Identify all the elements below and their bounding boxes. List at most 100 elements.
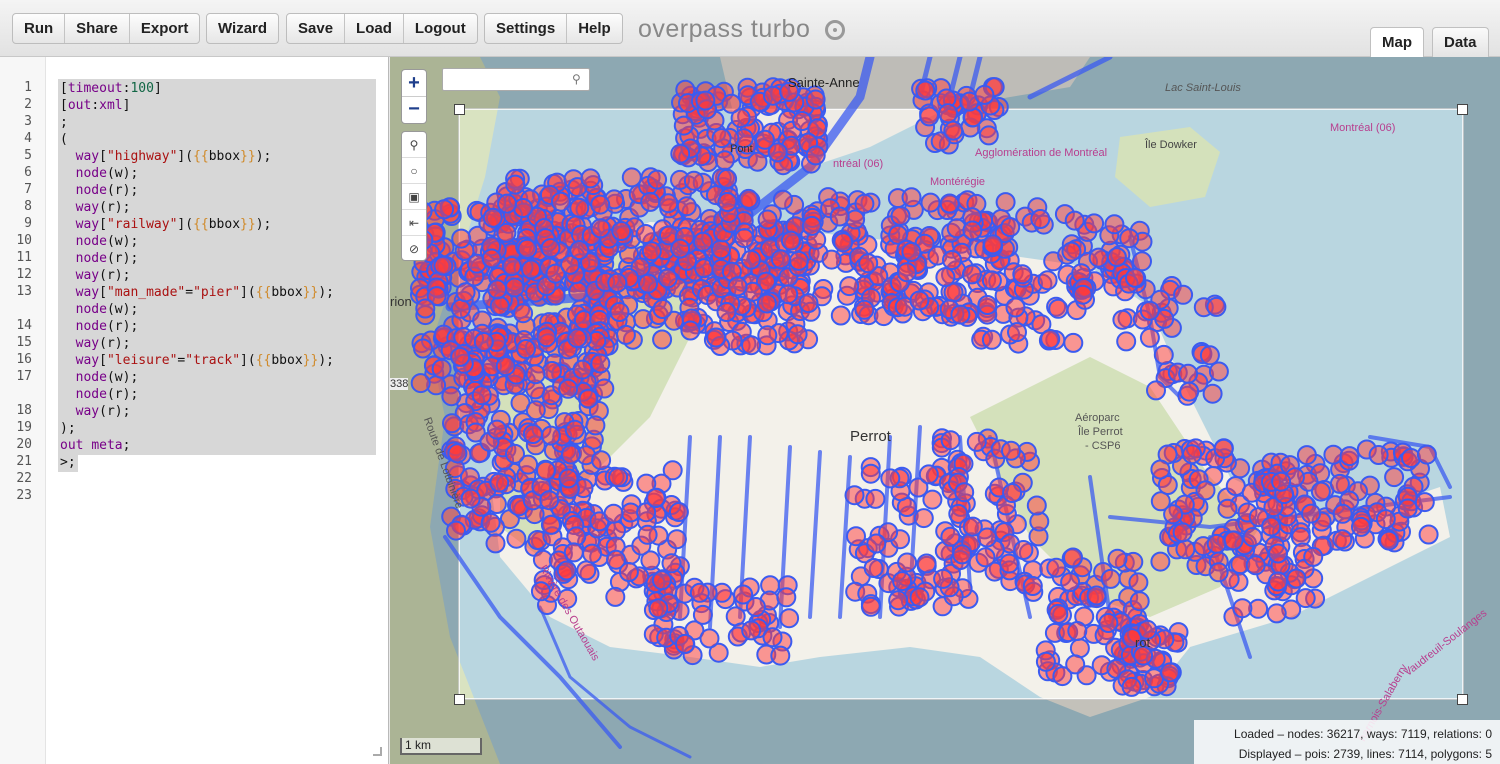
poi-marker (717, 168, 738, 189)
poi-marker (580, 168, 601, 189)
poi-marker (615, 324, 636, 345)
poi-marker (762, 627, 783, 648)
poi-marker (1163, 504, 1184, 525)
poi-marker (1223, 530, 1244, 551)
poi-marker (635, 224, 656, 244)
poi-marker (1384, 467, 1405, 488)
poi-marker (741, 335, 762, 356)
poi-marker (1040, 329, 1061, 349)
poi-marker (1172, 522, 1193, 543)
poi-marker (652, 299, 673, 319)
line-number: 5 (24, 148, 32, 163)
export-button[interactable]: Export (130, 14, 200, 43)
poi-marker (1121, 676, 1142, 697)
poi-marker (833, 232, 854, 253)
poi-marker (727, 276, 748, 297)
poi-marker (550, 191, 571, 212)
label-montreal-06: Montréal (06) (1330, 122, 1396, 134)
clear-icon[interactable]: ⊘ (402, 236, 426, 262)
poi-marker (1098, 613, 1119, 633)
poi-marker (480, 512, 501, 533)
resize-grip-icon[interactable] (373, 747, 382, 756)
poi-marker (741, 620, 762, 641)
search-location-icon[interactable]: ⚲ (402, 132, 426, 158)
poi-marker (1213, 438, 1234, 459)
poi-marker (434, 199, 455, 220)
poi-marker (1030, 209, 1051, 229)
map-view[interactable]: Sainte-Anne Lac Saint-Louis Montréal (06… (390, 57, 1500, 764)
poi-marker (450, 346, 471, 367)
map-search-input[interactable] (442, 68, 590, 91)
label-montreal-06-west: ntréal (06) (833, 158, 884, 170)
poi-marker (717, 192, 738, 212)
settings-button[interactable]: Settings (485, 14, 568, 43)
poi-marker (501, 256, 522, 277)
poi-marker (683, 170, 704, 191)
poi-marker (778, 284, 799, 305)
poi-marker (1208, 562, 1229, 583)
poi-marker (829, 206, 850, 227)
run-button[interactable]: Run (13, 14, 66, 43)
poi-marker (942, 250, 962, 270)
help-button[interactable]: Help (567, 14, 622, 43)
poi-marker (590, 218, 611, 239)
line-number: 17 (16, 369, 32, 384)
logout-button[interactable]: Logout (404, 14, 477, 43)
line-number: 7 (24, 182, 32, 197)
poi-marker (801, 215, 822, 236)
poi-marker (1242, 527, 1263, 548)
poi-marker (1261, 516, 1282, 537)
poi-marker (1146, 380, 1166, 401)
bbox-handle-top-left[interactable] (454, 104, 465, 115)
poi-marker (866, 533, 887, 554)
label-monteregie: Montérégie (930, 176, 986, 188)
poi-marker (441, 386, 462, 407)
poi-marker (648, 598, 669, 619)
poi-marker (1129, 591, 1150, 612)
poi-marker (506, 528, 527, 549)
poi-marker (640, 191, 661, 212)
poi-marker (846, 526, 866, 547)
bbox-handle-bottom-right[interactable] (1457, 694, 1468, 705)
poi-marker (1005, 297, 1026, 318)
tab-data[interactable]: Data (1432, 27, 1489, 57)
share-button[interactable]: Share (65, 14, 130, 43)
poi-marker (522, 424, 543, 444)
poi-marker (1063, 332, 1084, 353)
poi-marker (666, 529, 687, 550)
poi-marker (961, 264, 982, 285)
poi-marker (1022, 576, 1043, 596)
poi-marker (757, 325, 778, 346)
bbox-handle-top-right[interactable] (1457, 104, 1468, 115)
wizard-button[interactable]: Wizard (207, 14, 278, 43)
poi-marker (442, 413, 462, 434)
zoom-out-button[interactable]: − (402, 96, 426, 122)
bbox-handle-bottom-left[interactable] (454, 694, 465, 705)
load-button[interactable]: Load (345, 14, 404, 43)
zoom-in-button[interactable]: + (402, 70, 426, 96)
steering-wheel-logo-icon (825, 20, 845, 40)
poi-marker (569, 197, 590, 218)
poi-marker (1100, 568, 1121, 589)
locate-me-icon[interactable]: ○ (402, 158, 426, 184)
poi-marker (590, 353, 611, 374)
poi-marker (658, 193, 679, 214)
poi-marker (1310, 481, 1331, 502)
map-canvas[interactable] (390, 57, 1500, 764)
save-button[interactable]: Save (287, 14, 346, 43)
poi-marker (1414, 492, 1435, 513)
toolbar: Run Share Export Wizard Save Load Logout… (0, 0, 1500, 57)
poi-marker (741, 249, 761, 270)
tab-map[interactable]: Map (1370, 27, 1424, 57)
poi-marker (890, 206, 911, 226)
poi-marker (1128, 572, 1149, 593)
line-number: 23 (16, 488, 32, 503)
poi-marker (569, 240, 590, 261)
bbox-select-icon[interactable]: ⇤ (402, 210, 426, 236)
poi-marker (966, 431, 987, 452)
label-route-338: 338 (390, 378, 409, 390)
poi-marker (1378, 530, 1399, 551)
query-editor[interactable]: [timeout:100] [out:xml] ; ( way["highway… (0, 57, 389, 764)
zoom-to-data-icon[interactable]: ▣ (402, 184, 426, 210)
poi-marker (901, 241, 922, 262)
